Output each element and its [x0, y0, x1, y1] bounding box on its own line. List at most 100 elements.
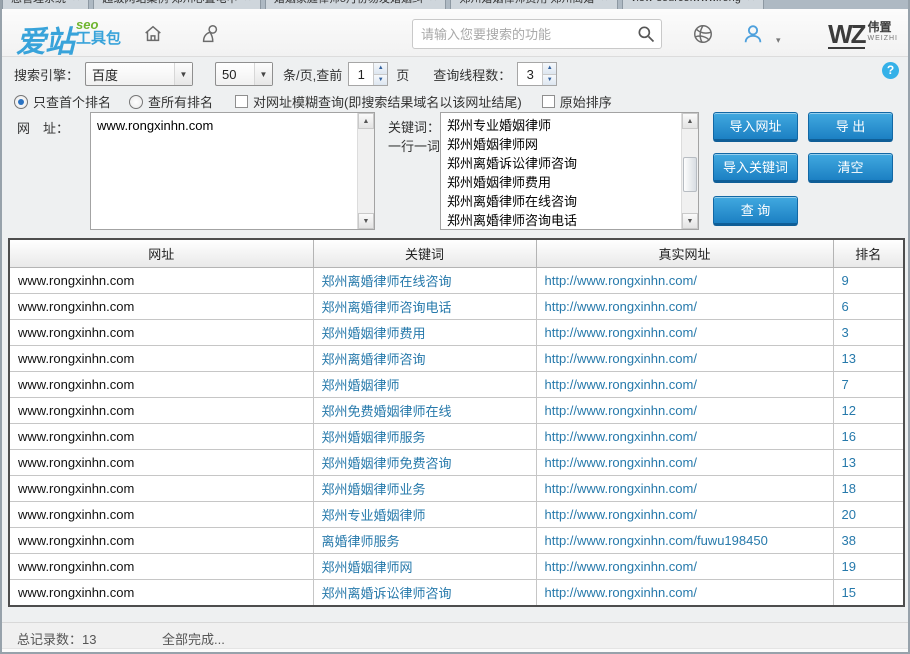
cell-real-url[interactable]: http://www.rongxinhn.com/: [536, 397, 833, 423]
pages-suffix-label: 页: [396, 65, 409, 84]
threads-input[interactable]: [518, 63, 542, 85]
table-row[interactable]: www.rongxinhn.com离婚律师服务http://www.rongxi…: [10, 527, 903, 553]
close-icon[interactable]: ✕: [600, 0, 608, 4]
url-scrollbar[interactable]: ▲ ▼: [357, 113, 374, 229]
per-page-select[interactable]: 50 ▼: [215, 62, 273, 86]
table-row[interactable]: www.rongxinhn.com郑州离婚律师咨询http://www.rong…: [10, 345, 903, 371]
cell-real-url[interactable]: http://www.rongxinhn.com/: [536, 579, 833, 605]
results-table: 网址 关键词 真实网址 排名 www.rongxinhn.com郑州离婚律师在线…: [8, 238, 905, 607]
cell-real-url[interactable]: http://www.rongxinhn.com/: [536, 293, 833, 319]
cell-real-url[interactable]: http://www.rongxinhn.com/: [536, 345, 833, 371]
radio-first-rank-label: 只查首个排名: [33, 92, 111, 111]
scroll-up-icon[interactable]: ▲: [358, 113, 374, 129]
account-caret-icon[interactable]: ▾: [776, 35, 781, 46]
chevron-down-icon: ▼: [174, 63, 192, 85]
weizhi-brand-logo: WZ 伟置 WEIZHI: [828, 21, 898, 49]
stepper-up-icon[interactable]: ▲: [374, 63, 387, 75]
browser-tab[interactable]: 超级网站案例 郑州心置电申✕: [93, 0, 260, 9]
cell-rank: 20: [833, 501, 903, 527]
header-url[interactable]: 网址: [10, 240, 313, 267]
cell-real-url[interactable]: http://www.rongxinhn.com/: [536, 423, 833, 449]
stepper-down-icon[interactable]: ▼: [543, 75, 556, 86]
header-real-url[interactable]: 真实网址: [536, 240, 833, 267]
table-row[interactable]: www.rongxinhn.com郑州婚姻律师费用http://www.rong…: [10, 319, 903, 345]
table-row[interactable]: www.rongxinhn.com郑州专业婚姻律师http://www.rong…: [10, 501, 903, 527]
app-header: 爱站 seo 工具包 ▾ WZ 伟置: [2, 9, 908, 57]
cell-rank: 13: [833, 449, 903, 475]
cell-real-url[interactable]: http://www.rongxinhn.com/: [536, 319, 833, 345]
header-keyword[interactable]: 关键词: [313, 240, 536, 267]
keywords-textarea[interactable]: 郑州专业婚姻律师 郑州婚姻律师网 郑州离婚诉讼律师咨询 郑州婚姻律师费用 郑州离…: [441, 113, 681, 229]
search-icon[interactable]: [631, 24, 661, 44]
browser-tab-title: 息管理系统: [11, 0, 66, 6]
cell-url: www.rongxinhn.com: [10, 293, 313, 319]
browser-tab[interactable]: view-source:www.rong✕: [622, 0, 764, 9]
table-row[interactable]: www.rongxinhn.com郑州离婚律师咨询电话http://www.ro…: [10, 293, 903, 319]
import-keywords-button[interactable]: 导入关键词: [713, 153, 798, 183]
cell-real-url[interactable]: http://www.rongxinhn.com/: [536, 371, 833, 397]
checkbox-original-label: 原始排序: [560, 92, 612, 111]
cell-real-url[interactable]: http://www.rongxinhn.com/: [536, 267, 833, 293]
scrollbar-thumb[interactable]: [683, 157, 697, 192]
export-button[interactable]: 导 出: [808, 112, 893, 142]
radio-all-ranks[interactable]: 查所有排名: [129, 92, 213, 111]
cell-keyword: 郑州离婚律师在线咨询: [313, 267, 536, 293]
stepper-down-icon[interactable]: ▼: [374, 75, 387, 86]
engine-select[interactable]: 百度 ▼: [85, 62, 193, 86]
stepper-up-icon[interactable]: ▲: [543, 63, 556, 75]
account-icon[interactable]: [742, 23, 764, 45]
header-rank[interactable]: 排名: [833, 240, 903, 267]
search-input[interactable]: [413, 27, 631, 42]
table-row[interactable]: www.rongxinhn.com郑州离婚诉讼律师咨询http://www.ro…: [10, 579, 903, 605]
table-row[interactable]: www.rongxinhn.com郑州婚姻律师网http://www.rongx…: [10, 553, 903, 579]
browser-tab[interactable]: 婚姻家庭律师5月份易发婚姻纠✕: [265, 0, 447, 9]
table-row[interactable]: www.rongxinhn.com郑州婚姻律师服务http://www.rong…: [10, 423, 903, 449]
threads-stepper: ▲ ▼: [517, 62, 557, 86]
cell-url: www.rongxinhn.com: [10, 345, 313, 371]
checkbox-original-order[interactable]: 原始排序: [542, 92, 612, 111]
table-row[interactable]: www.rongxinhn.com郑州离婚律师在线咨询http://www.ro…: [10, 267, 903, 293]
cell-url: www.rongxinhn.com: [10, 267, 313, 293]
close-icon[interactable]: ✕: [243, 0, 251, 4]
cell-real-url[interactable]: http://www.rongxinhn.com/: [536, 475, 833, 501]
cell-keyword: 郑州婚姻律师网: [313, 553, 536, 579]
table-row[interactable]: www.rongxinhn.com郑州婚姻律师免费咨询http://www.ro…: [10, 449, 903, 475]
aizhan-logo: 爱站 seo 工具包: [16, 17, 121, 61]
cell-real-url[interactable]: http://www.rongxinhn.com/: [536, 553, 833, 579]
url-textarea-box: www.rongxinhn.com ▲ ▼: [90, 112, 375, 230]
scroll-down-icon[interactable]: ▼: [682, 213, 698, 229]
import-urls-button[interactable]: 导入网址: [713, 112, 798, 142]
close-icon[interactable]: ✕: [72, 0, 80, 4]
cell-rank: 9: [833, 267, 903, 293]
user-tools-icon[interactable]: [199, 23, 221, 45]
url-textarea[interactable]: www.rongxinhn.com: [91, 113, 357, 229]
pages-input[interactable]: [349, 63, 373, 85]
clear-button[interactable]: 清空: [808, 153, 893, 183]
home-icon[interactable]: [142, 23, 164, 45]
browser-tab[interactable]: 郑州婚姻律师费用 郑州离婚✕: [450, 0, 617, 9]
close-icon[interactable]: ✕: [429, 0, 437, 4]
keywords-scrollbar[interactable]: ▲ ▼: [681, 113, 698, 229]
network-icon[interactable]: [692, 23, 714, 45]
table-row[interactable]: www.rongxinhn.com郑州婚姻律师业务http://www.rong…: [10, 475, 903, 501]
cell-real-url[interactable]: http://www.rongxinhn.com/: [536, 449, 833, 475]
browser-tab[interactable]: 息管理系统 ✕: [2, 0, 89, 9]
pages-stepper: ▲ ▼: [348, 62, 388, 86]
scroll-up-icon[interactable]: ▲: [682, 113, 698, 129]
browser-tab-row: 息管理系统✕超级网站案例 郑州心置电申✕婚姻家庭律师5月份易发婚姻纠✕郑州婚姻律…: [2, 0, 908, 9]
cell-url: www.rongxinhn.com: [10, 397, 313, 423]
radio-first-rank[interactable]: 只查首个排名: [14, 92, 111, 111]
cell-url: www.rongxinhn.com: [10, 371, 313, 397]
close-icon[interactable]: ✕: [747, 0, 755, 4]
table-row[interactable]: www.rongxinhn.com郑州婚姻律师http://www.rongxi…: [10, 371, 903, 397]
results-table-body: www.rongxinhn.com郑州离婚律师在线咨询http://www.ro…: [10, 267, 903, 605]
query-button[interactable]: 查 询: [713, 196, 798, 226]
table-row[interactable]: www.rongxinhn.com郑州免费婚姻律师在线http://www.ro…: [10, 397, 903, 423]
cell-url: www.rongxinhn.com: [10, 423, 313, 449]
cell-real-url[interactable]: http://www.rongxinhn.com/: [536, 501, 833, 527]
help-icon[interactable]: ?: [882, 62, 899, 79]
scroll-down-icon[interactable]: ▼: [358, 213, 374, 229]
cell-real-url[interactable]: http://www.rongxinhn.com/fuwu198450: [536, 527, 833, 553]
per-page-label: 条/页,查前: [283, 65, 342, 84]
checkbox-fuzzy-match[interactable]: 对网址模糊查询(即搜索结果域名以该网址结尾): [235, 92, 522, 111]
